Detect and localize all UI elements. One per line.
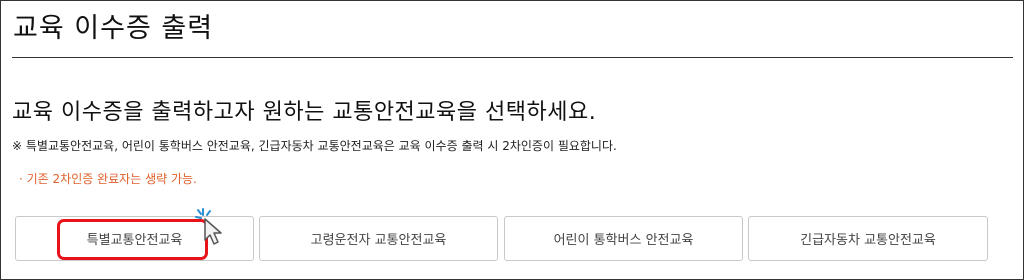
skip-note: · 기존 2차인증 완료자는 생략 가능. xyxy=(19,172,197,186)
school-bus-education-button[interactable]: 어린이 통학버스 안전교육 xyxy=(504,216,743,261)
elderly-driver-education-button[interactable]: 고령운전자 교통안전교육 xyxy=(259,216,498,261)
title-divider xyxy=(12,57,1013,58)
page-title: 교육 이수증 출력 xyxy=(13,13,214,44)
certification-note: ※ 특별교통안전교육, 어린이 통학버스 안전교육, 긴급자동차 교통안전교육은… xyxy=(12,139,617,153)
special-safety-education-button[interactable]: 특별교통안전교육 xyxy=(15,216,254,261)
emergency-vehicle-education-button[interactable]: 긴급자동차 교통안전교육 xyxy=(748,216,988,261)
section-heading: 교육 이수증을 출력하고자 원하는 교통안전교육을 선택하세요. xyxy=(12,100,597,125)
course-button-row: 특별교통안전교육 고령운전자 교통안전교육 어린이 통학버스 안전교육 긴급자동… xyxy=(15,216,1005,261)
